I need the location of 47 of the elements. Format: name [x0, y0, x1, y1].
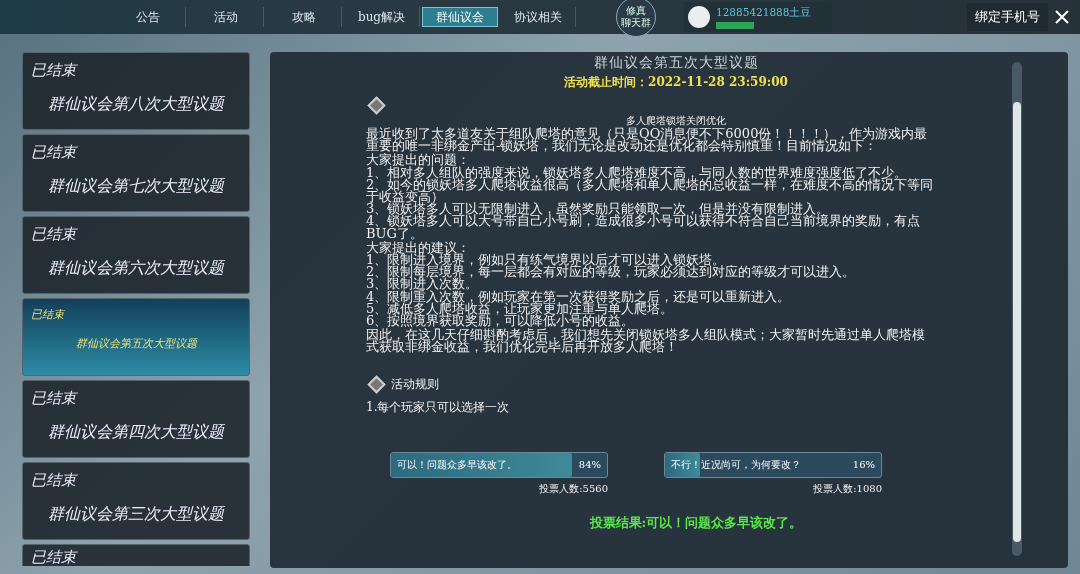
body-paragraph: 最近收到了太多道友关于组队爬塔的意见（只是QQ消息便不下6000份！！！！），作为游戏内最重要的唯一非绑金产出-锁妖塔，我们无论是改动还是优化都会特别慎重！目前情况如下：: [366, 128, 929, 153]
topic-title: 群仙议会第六次大型议题: [48, 258, 224, 279]
nav-tab[interactable]: 群仙议会: [422, 7, 498, 27]
scrollbar-thumb[interactable]: [1013, 102, 1021, 542]
username: 12885421888土豆: [716, 5, 812, 20]
vote-result: 投票结果:可以！问题众多早该改了。: [589, 513, 803, 532]
topic-item[interactable]: 已结束: [22, 544, 250, 566]
rule-text: 1.每个玩家只可以选择一次: [366, 398, 511, 416]
status-text: 已结束: [31, 61, 79, 80]
nav-tab[interactable]: 活动: [188, 7, 264, 27]
body-paragraph: 因此，在这几天仔细斟酌考虑后，我们想先关闭锁妖塔多人组队模式；大家暂时先通过单人爬塔模式获取非绑金收益，我们优化完毕后再开放多人爬塔！: [366, 329, 926, 354]
status-text: 已结束: [31, 471, 79, 490]
body-paragraph: 大家提出的建议： 1、限制进入境界，例如只有练气境界以后才可以进入锁妖塔。 2、限制每层境界，每一层都会有对应的等级，玩家必须达到对应的等级才可以进入。 3、限制进入次数。 4、限制重入次数，例如玩家在第一次获得奖励之后，还是可以重新进入。 5、减低多人爬塔收益，让玩家更加注重与单人爬塔。 6、按照境界获取奖励，可以降低小号的收益。: [366, 241, 856, 328]
nav-tab[interactable]: bug解决: [344, 7, 420, 27]
vote-count: 投票人数:1080: [813, 481, 882, 496]
level-badge: [716, 21, 754, 29]
status-text: 已结束: [31, 548, 79, 566]
topic-heading: 群仙议会第五次大型议题: [593, 54, 759, 70]
status-text: 已结束: [31, 307, 66, 322]
topic-title: 群仙议会第七次大型议题: [48, 176, 224, 197]
topic-item[interactable]: 已结束 群仙议会第六次大型议题: [22, 216, 250, 294]
topic-subtitle: 多人爬塔锁塔关闭优化: [626, 114, 726, 127]
status-text: 已结束: [31, 143, 79, 162]
bind-phone-button[interactable]: 绑定手机号: [967, 3, 1048, 31]
scrollbar[interactable]: [1012, 62, 1022, 556]
chat-group-button[interactable]: 修真 聊天群: [616, 0, 656, 37]
status-text: 已结束: [31, 389, 79, 408]
topic-item[interactable]: 已结束 群仙议会第八次大型议题: [22, 52, 250, 130]
nav-tab[interactable]: 协议相关: [500, 7, 576, 27]
rules-heading: 活动规则: [391, 375, 439, 393]
topic-item[interactable]: 已结束 群仙议会第七次大型议题: [22, 134, 250, 212]
topic-title: 群仙议会第八次大型议题: [48, 94, 224, 115]
nav-tab[interactable]: 公告: [110, 7, 186, 27]
topic-title: 群仙议会第四次大型议题: [48, 422, 224, 443]
deadline-text: 活动截止时间：2022-11-28 23:59:00: [564, 74, 788, 91]
vote-option-button[interactable]: 不行！近况尚可，为何要改？ 16%: [664, 451, 882, 478]
topic-item[interactable]: 已结束 群仙议会第四次大型议题: [22, 380, 250, 458]
topic-item[interactable]: 已结束 群仙议会第五次大型议题: [22, 298, 250, 376]
nav-tab[interactable]: 攻略: [266, 7, 342, 27]
status-text: 已结束: [31, 225, 79, 244]
topic-item[interactable]: 已结束 群仙议会第三次大型议题: [22, 462, 250, 540]
topic-title: 群仙议会第五次大型议题: [75, 336, 197, 351]
avatar-icon[interactable]: [688, 6, 710, 28]
vote-count: 投票人数:5560: [539, 481, 608, 496]
vote-option-button[interactable]: 可以！问题众多早该改了。 84%: [390, 451, 608, 478]
topic-title: 群仙议会第三次大型议题: [48, 504, 224, 525]
body-paragraph: 大家提出的问题： 1、相对多人组队的强度来说，锁妖塔多人爬塔难度不高，与同人数的世界难度强度低了不少。 2、如今的锁妖塔多人爬塔收益很高（多人爬塔和单人爬塔的总收益一样，在难度不高的情况下等同于收益变高） 3、锁妖塔多人可以无限制进入，虽然奖励只能领取一次，但是并没有限制进入。 4、锁妖塔多人可以大号带自己小号刷，造成很多小号可以获得不符合自己当前境界的奖励，有点BUG了。: [366, 154, 935, 240]
